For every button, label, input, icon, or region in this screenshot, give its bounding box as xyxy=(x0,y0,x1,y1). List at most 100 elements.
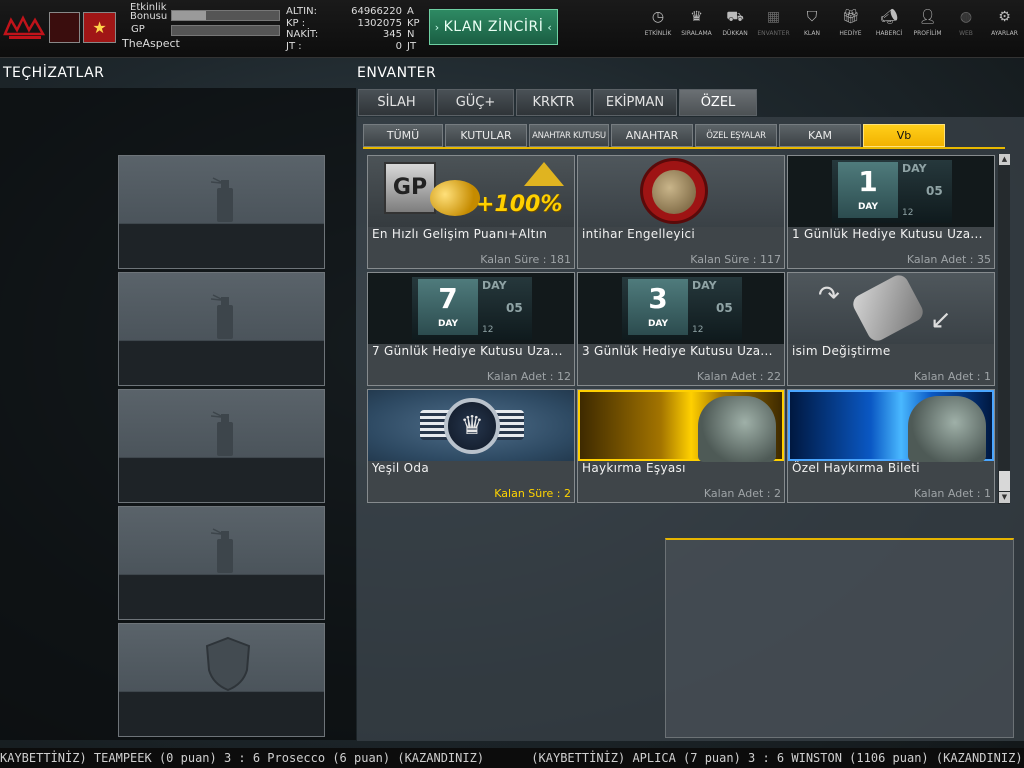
clan-chain-button[interactable]: › KLAN ZİNCİRİ ‹ xyxy=(429,9,558,45)
item-remaining: Kalan Süre : 2 xyxy=(494,487,571,500)
spray-can-icon xyxy=(211,411,233,456)
tab-2[interactable]: KRKTR xyxy=(516,89,591,116)
tab-3[interactable]: EKİPMAN xyxy=(593,89,677,116)
item-name: intihar Engelleyici xyxy=(582,227,695,241)
top-nav: ◷ ETKİNLİK ♛ SIRALAMA ⛟ DÜKKAN ▦ ENVANTER ⛉ KLAN 🎁… xyxy=(640,8,1024,42)
item-name: Yeşil Oda xyxy=(372,461,429,475)
nav-hedi̇ye[interactable]: 🎁︎ HEDİYE xyxy=(833,8,869,42)
inventory-item[interactable]: ↷ ↙ isim Değiştirme Kalan Adet : 1 xyxy=(787,272,995,386)
shield-icon xyxy=(205,636,251,692)
tab-4[interactable]: ÖZEL xyxy=(679,89,757,116)
stat-row-kp: KP :1302075 KP xyxy=(286,17,420,29)
gp-icon: GP xyxy=(384,162,436,214)
nav-profi̇li̇m[interactable]: 👤︎ PROFİLİM xyxy=(910,8,946,42)
rank-badge: ★ xyxy=(83,12,116,43)
nav-etki̇nli̇k[interactable]: ◷ ETKİNLİK xyxy=(640,8,676,42)
cart-icon: ⛟ xyxy=(726,9,744,25)
chevron-left-icon: ‹ xyxy=(547,20,553,34)
nav-label: AYARLAR xyxy=(991,30,1018,37)
equipment-slot-spray-1[interactable] xyxy=(118,155,325,269)
gear-icon: ⚙ xyxy=(998,9,1011,25)
soldier-avatar xyxy=(908,396,986,462)
news-ticker: KAYBETTİNİZ) TEAMPEEK (0 puan) 3 : 6 Pro… xyxy=(0,748,1024,768)
dog-tag-icon xyxy=(849,273,927,345)
rotate-arrow-icon: ↙ xyxy=(930,305,952,335)
ticker-item: (KAYBETTİNİZ) APLICA (7 puan) 3 : 6 WINS… xyxy=(531,751,1023,765)
item-remaining: Kalan Adet : 12 xyxy=(486,370,571,383)
item-remaining: Kalan Süre : 181 xyxy=(480,253,571,266)
equipment-slot-spray-2[interactable] xyxy=(118,272,325,386)
scroll-down-icon[interactable]: ▼ xyxy=(999,492,1010,503)
inventory-item[interactable]: GP +100% En Hızlı Gelişim Puanı+Altın Kalan… xyxy=(367,155,575,269)
tab-1[interactable]: GÜÇ+ xyxy=(437,89,514,116)
spray-can-icon xyxy=(211,528,233,573)
inventory-subtabs: TÜMÜ KUTULAR ANAHTAR KUTUSU ANAHTAR ÖZEL EŞY… xyxy=(363,124,947,147)
day-count: 3 DAY xyxy=(628,279,688,335)
crown-icon: ♛ xyxy=(444,398,500,454)
scroll-up-icon[interactable]: ▲ xyxy=(999,154,1010,165)
nav-klan[interactable]: ⛉ KLAN xyxy=(794,8,830,42)
game-logo xyxy=(3,12,47,42)
inventory-item[interactable]: DAY 05 12 7 DAY 7 Günlük Hediye Kutusu Uza...… xyxy=(367,272,575,386)
tab-0[interactable]: SİLAH xyxy=(358,89,435,116)
item-detail-panel xyxy=(665,538,1014,738)
grenade-icon xyxy=(652,170,696,214)
megaphone-icon: 📣︎ xyxy=(880,9,898,25)
inventory-title: ENVANTER xyxy=(357,65,437,81)
scroll-thumb[interactable] xyxy=(999,471,1010,491)
clan-emblem[interactable] xyxy=(49,12,80,43)
inventory-item[interactable]: DAY 05 12 1 DAY 1 Günlük Hediye Kutusu Uza...… xyxy=(787,155,995,269)
item-scrollbar[interactable] xyxy=(998,154,1010,504)
inventory-item[interactable]: Haykırma Eşyası Kalan Adet : 2 xyxy=(577,389,785,503)
equipment-slot-spray-4[interactable] xyxy=(118,506,325,620)
nav-envanter[interactable]: ▦ ENVANTER xyxy=(756,8,792,42)
inventory-tabs: SİLAH GÜÇ+ KRKTR EKİPMAN ÖZEL xyxy=(358,89,759,116)
inventory-item[interactable]: intihar Engelleyici Kalan Süre : 117 xyxy=(577,155,785,269)
nav-label: ENVANTER xyxy=(757,30,790,37)
subtab-6[interactable]: Vb xyxy=(863,124,945,147)
currency-stats: ALTIN: 64966220 A KP :1302075 KP NAKİT: 345 N… xyxy=(286,6,422,52)
event-bonus-label: Etkinlik Bonusu xyxy=(130,2,168,22)
subtab-4[interactable]: ÖZEL EŞYALAR xyxy=(695,124,777,147)
gp-bar xyxy=(171,25,280,36)
inventory-icon: ▦ xyxy=(766,9,781,25)
item-remaining: Kalan Adet : 22 xyxy=(696,370,781,383)
inventory-item[interactable]: ♛ Yeşil Oda Kalan Süre : 2 xyxy=(367,389,575,503)
profile-icon: 👤︎ xyxy=(918,9,937,25)
item-remaining: Kalan Süre : 117 xyxy=(690,253,781,266)
equipment-slot-spray-3[interactable] xyxy=(118,389,325,503)
top-bar: ★ Etkinlik Bonusu GP TheAspect ALTIN: 649… xyxy=(0,0,1024,58)
chevron-right-icon: › xyxy=(434,20,440,34)
day-count: 7 DAY xyxy=(418,279,478,335)
nav-dükkan[interactable]: ⛟ DÜKKAN xyxy=(717,8,753,42)
nav-siralama[interactable]: ♛ SIRALAMA xyxy=(679,8,715,42)
item-name: 7 Günlük Hediye Kutusu Uza... xyxy=(372,344,563,358)
equipment-slot-shield[interactable] xyxy=(118,623,325,737)
item-name: 1 Günlük Hediye Kutusu Uza... xyxy=(792,227,983,241)
subtab-1[interactable]: KUTULAR xyxy=(445,124,527,147)
item-remaining: Kalan Adet : 35 xyxy=(906,253,991,266)
gold-coins-icon xyxy=(430,180,480,216)
inventory-item[interactable]: DAY 05 12 3 DAY 3 Günlük Hediye Kutusu Uza...… xyxy=(577,272,785,386)
nav-web[interactable]: ◍ WEB xyxy=(948,8,984,42)
rotate-arrow-icon: ↷ xyxy=(818,281,840,311)
medal-icon: ♛ xyxy=(690,9,703,25)
item-name: isim Değiştirme xyxy=(792,344,891,358)
soldier-avatar xyxy=(698,396,776,462)
clock-icon: ◷ xyxy=(651,9,665,25)
subtab-0[interactable]: TÜMÜ xyxy=(363,124,443,147)
subtab-underline xyxy=(363,147,1005,149)
day-count: 1 DAY xyxy=(838,162,898,218)
subtab-5[interactable]: KAM xyxy=(779,124,861,147)
ticker-item: KAYBETTİNİZ) TEAMPEEK (0 puan) 3 : 6 Pro… xyxy=(0,751,485,765)
item-remaining: Kalan Adet : 1 xyxy=(913,487,991,500)
nav-label: SIRALAMA xyxy=(681,30,712,37)
item-remaining: Kalan Adet : 2 xyxy=(703,487,781,500)
inventory-item[interactable]: Özel Haykırma Bileti Kalan Adet : 1 xyxy=(787,389,995,503)
subtab-3[interactable]: ANAHTAR xyxy=(611,124,693,147)
nav-haberci̇[interactable]: 📣︎ HABERCİ xyxy=(871,8,907,42)
nav-ayarlar[interactable]: ⚙ AYARLAR xyxy=(987,8,1023,42)
bonus-label: +100% xyxy=(476,192,563,217)
subtab-2[interactable]: ANAHTAR KUTUSU xyxy=(529,124,609,147)
item-name: En Hızlı Gelişim Puanı+Altın xyxy=(372,227,548,241)
